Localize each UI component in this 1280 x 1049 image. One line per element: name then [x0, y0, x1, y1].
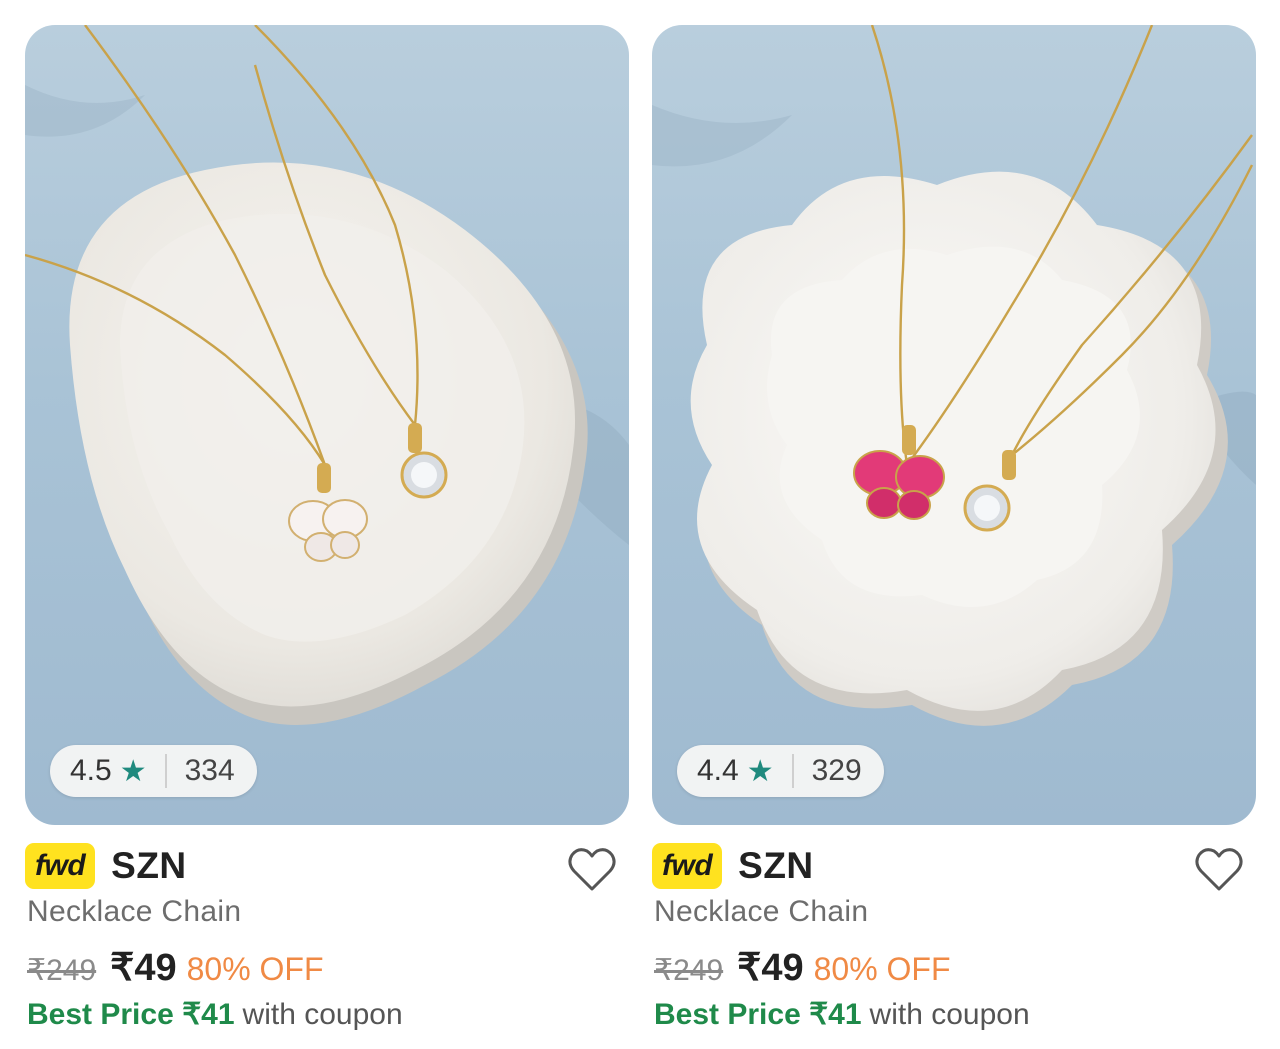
rating-badge: 4.5 ★ 334 [50, 745, 257, 797]
price-row: ₹249 ₹49 80% OFF [27, 945, 324, 990]
product-name[interactable]: Necklace Chain [654, 895, 868, 929]
rating-count: 329 [811, 754, 862, 787]
fwd-badge: fwd [25, 843, 96, 889]
product-name[interactable]: Necklace Chain [27, 895, 241, 929]
rating-count: 334 [184, 754, 235, 787]
rating-divider [164, 754, 167, 788]
product-photo [25, 25, 629, 725]
discount-label: 80% OFF [813, 951, 951, 987]
rating-divider [791, 754, 794, 788]
rating-value: 4.5 [70, 754, 112, 787]
fwd-badge: fwd [652, 843, 723, 889]
star-icon: ★ [119, 754, 147, 788]
discount-label: 80% OFF [186, 951, 324, 987]
selling-price: ₹49 [737, 947, 804, 989]
best-price-row: Best Price ₹41 with coupon [654, 997, 1030, 1032]
heart-outline-icon[interactable] [565, 843, 619, 897]
best-price-suffix: with coupon [242, 998, 403, 1031]
brand-name[interactable]: SZN [738, 845, 814, 887]
product-image[interactable]: 4.4 ★ 329 [652, 25, 1256, 825]
product-photo [652, 25, 1256, 726]
star-icon: ★ [746, 754, 774, 788]
brand-row: fwd SZN [652, 843, 814, 889]
brand-row: fwd SZN [25, 843, 187, 889]
best-price-row: Best Price ₹41 with coupon [27, 997, 403, 1032]
rating-badge: 4.4 ★ 329 [677, 745, 884, 797]
heart-outline-icon[interactable] [1192, 843, 1246, 897]
original-price: ₹249 [27, 954, 97, 987]
best-price-suffix: with coupon [869, 998, 1030, 1031]
rating-value: 4.4 [697, 754, 739, 787]
best-price: Best Price ₹41 [27, 998, 235, 1031]
price-row: ₹249 ₹49 80% OFF [654, 945, 951, 990]
original-price: ₹249 [654, 954, 724, 987]
selling-price: ₹49 [110, 947, 177, 989]
product-card[interactable]: 4.5 ★ 334 fwd SZN Necklace Chain ₹249 ₹4… [25, 25, 629, 1035]
product-image[interactable]: 4.5 ★ 334 [25, 25, 629, 825]
best-price: Best Price ₹41 [654, 998, 862, 1031]
brand-name[interactable]: SZN [111, 845, 187, 887]
product-card[interactable]: 4.4 ★ 329 fwd SZN Necklace Chain ₹249 ₹4… [652, 25, 1256, 1035]
